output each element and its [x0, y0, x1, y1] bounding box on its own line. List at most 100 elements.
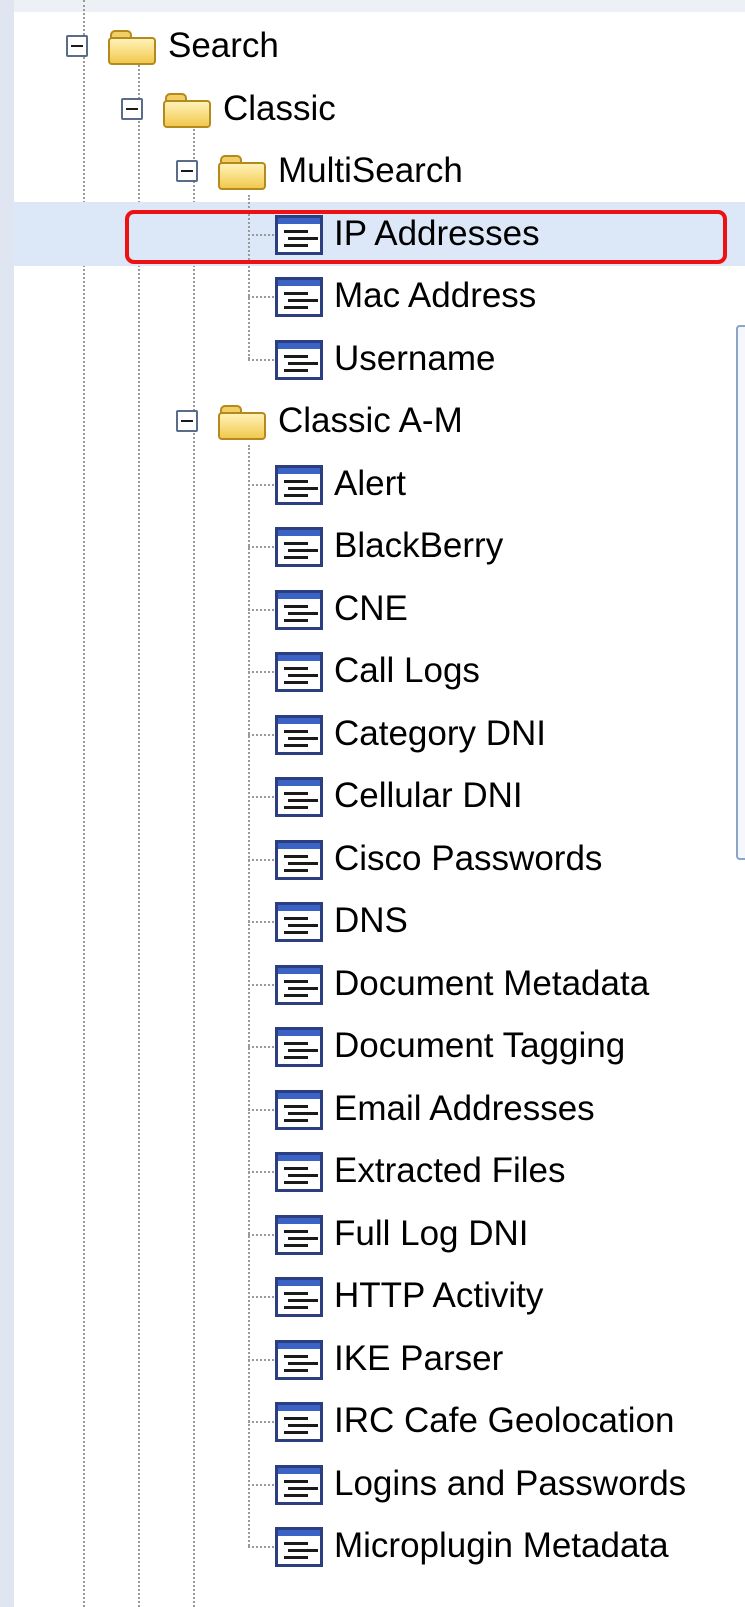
tree-item-label: Cellular DNI	[334, 776, 523, 815]
tree-connector	[248, 233, 274, 236]
tree-item-label: Call Logs	[334, 651, 480, 690]
tree-item[interactable]: Extracted Files	[14, 1139, 745, 1203]
tree-item-label: Mac Address	[334, 276, 537, 315]
form-document-icon	[275, 339, 323, 380]
tree-item-label: Extracted Files	[334, 1151, 566, 1190]
tree-item[interactable]: IRC Cafe Geolocation	[14, 1389, 745, 1453]
form-document-icon	[275, 464, 323, 505]
tree-connector	[248, 1546, 274, 1548]
tree-item-label: IKE Parser	[334, 1338, 504, 1378]
folder-open-icon	[218, 153, 266, 191]
form-document-icon	[275, 902, 323, 942]
form-document-icon	[275, 1527, 323, 1567]
form-document-icon	[275, 1089, 323, 1130]
tree-item-label: Document Tagging	[334, 1026, 626, 1065]
tree-item[interactable]: Document Metadata	[14, 952, 745, 1016]
tree-item[interactable]: DNS	[14, 889, 745, 953]
form-document-icon	[275, 214, 323, 255]
tree-connector	[248, 1171, 274, 1173]
tree-connector	[248, 858, 274, 861]
tree-node-label: Classic	[223, 88, 336, 128]
tree-node-group-1[interactable]: Classic A-M	[14, 389, 745, 453]
form-document-icon	[275, 527, 323, 567]
form-document-icon	[275, 652, 323, 692]
tree-item-label: Cisco Passwords	[334, 838, 603, 878]
form-document-icon	[275, 1277, 323, 1317]
tree-item[interactable]: Category DNI	[14, 702, 745, 766]
tree-item-label: Document Metadata	[334, 963, 650, 1003]
tree-node-label: Classic A-M	[278, 401, 463, 440]
tree-node-search[interactable]: Search	[14, 14, 745, 78]
tree-connector	[248, 608, 274, 611]
tree-connector	[248, 546, 274, 548]
tree-item-label: IP Addresses	[334, 213, 540, 253]
form-document-icon	[275, 1464, 323, 1505]
collapse-toggle-icon[interactable]	[176, 160, 198, 182]
tree-item[interactable]: IKE Parser	[14, 1327, 745, 1391]
tree-item[interactable]: Microplugin Metadata	[14, 1514, 745, 1578]
tree-connector	[248, 296, 274, 298]
tree-node-group-0[interactable]: MultiSearch	[14, 139, 745, 203]
folder-open-icon	[163, 91, 211, 129]
form-document-icon	[275, 777, 323, 817]
form-document-icon	[275, 1402, 323, 1442]
tree-connector	[248, 1296, 274, 1298]
tree-item[interactable]: Mac Address	[14, 264, 745, 328]
form-document-icon	[275, 1339, 323, 1380]
tree-item[interactable]: Full Log DNI	[14, 1202, 745, 1266]
tree-connector	[248, 921, 274, 923]
tree-connector	[248, 671, 274, 673]
form-document-icon	[275, 277, 323, 317]
folder-open-icon	[218, 403, 266, 441]
tree-item[interactable]: HTTP Activity	[14, 1264, 745, 1328]
collapse-toggle-icon[interactable]	[66, 35, 88, 57]
tree-item[interactable]: Cisco Passwords	[14, 827, 745, 891]
left-window-border	[0, 0, 14, 1607]
tree-guide-line	[248, 445, 250, 1546]
tree-connector	[248, 483, 274, 486]
tree-item-label: Email Addresses	[334, 1088, 595, 1128]
tree-item[interactable]: Alert	[14, 452, 745, 516]
tree-item[interactable]: CNE	[14, 577, 745, 641]
tree-item[interactable]: IP Addresses	[14, 201, 745, 266]
tree-item[interactable]: BlackBerry	[14, 514, 745, 578]
tree-connector	[248, 1358, 274, 1361]
tree-connector	[248, 733, 274, 736]
tree-guide-line	[248, 195, 250, 359]
tree-connector	[248, 1233, 274, 1236]
form-document-icon	[275, 964, 323, 1005]
tree-node-classic[interactable]: Classic	[14, 77, 745, 141]
tree-item[interactable]: Logins and Passwords	[14, 1452, 745, 1516]
tree-node-label: MultiSearch	[278, 151, 463, 190]
tree-item[interactable]: Username	[14, 327, 745, 391]
form-document-icon	[275, 589, 323, 630]
collapse-toggle-icon[interactable]	[121, 97, 143, 120]
tree-item-label: CNE	[334, 588, 408, 628]
form-document-icon	[275, 714, 323, 755]
tree-connector	[248, 358, 274, 361]
form-document-icon	[275, 1027, 323, 1067]
tree-node-label: Search	[168, 26, 279, 65]
folder-open-icon	[108, 28, 156, 66]
tree-item[interactable]: Email Addresses	[14, 1077, 745, 1141]
form-document-icon	[275, 839, 323, 880]
top-strip	[14, 0, 745, 12]
tree-connector	[248, 1108, 274, 1111]
form-document-icon	[275, 1214, 323, 1255]
tree-connector	[248, 983, 274, 986]
tree-item-label: Full Log DNI	[334, 1213, 529, 1253]
tree-connector	[248, 1046, 274, 1048]
tree-item-label: Username	[334, 338, 496, 378]
tree-item-label: HTTP Activity	[334, 1276, 544, 1315]
tree-connector	[248, 1421, 274, 1423]
tree-item-label: Category DNI	[334, 713, 547, 753]
tree-item-label: Alert	[334, 463, 406, 503]
tree-item[interactable]: Cellular DNI	[14, 764, 745, 828]
tree-connector	[248, 1483, 274, 1486]
tree-item[interactable]: Document Tagging	[14, 1014, 745, 1078]
collapse-toggle-icon[interactable]	[176, 410, 198, 432]
tree-item-label: IRC Cafe Geolocation	[334, 1401, 675, 1440]
tree-item-label: Logins and Passwords	[334, 1463, 687, 1503]
form-document-icon	[275, 1152, 323, 1192]
tree-item[interactable]: Call Logs	[14, 639, 745, 703]
